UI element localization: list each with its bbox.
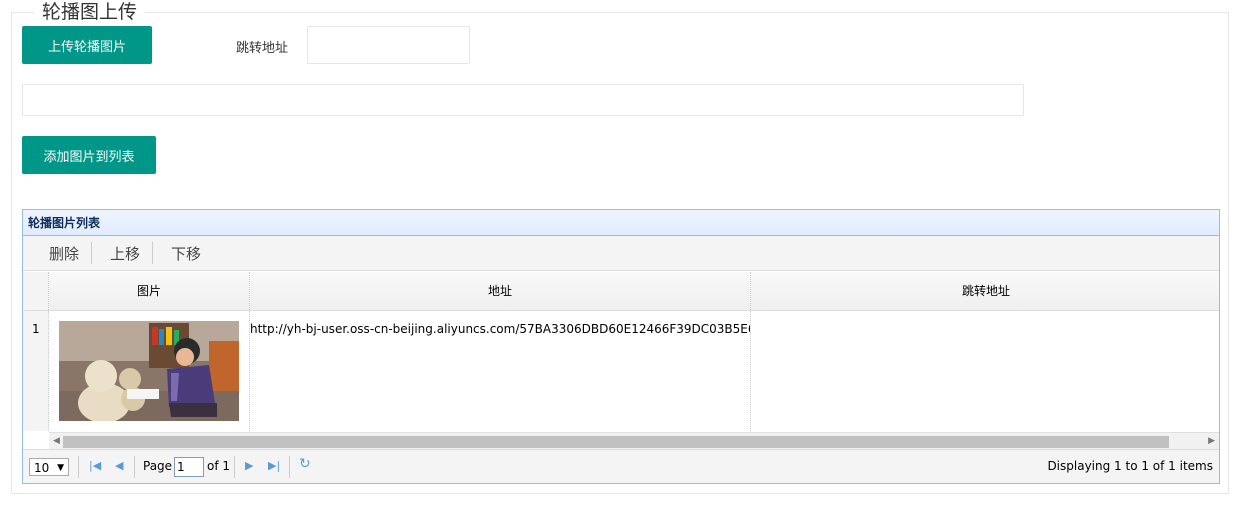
- column-header-redirect[interactable]: 跳转地址: [751, 272, 1221, 310]
- delete-button[interactable]: 删除: [43, 243, 85, 264]
- redirect-url-input[interactable]: [307, 26, 470, 64]
- move-up-button[interactable]: 上移: [104, 243, 146, 264]
- page-label: Page: [143, 459, 173, 473]
- pager-separator: [289, 456, 290, 478]
- refresh-icon[interactable]: ↻: [299, 456, 311, 472]
- toolbar-separator: [152, 242, 154, 264]
- move-down-button[interactable]: 下移: [165, 243, 207, 264]
- fieldset-legend: 轮播图上传: [34, 0, 146, 24]
- rownum-header: [23, 272, 49, 310]
- address-cell: http://yh-bj-user.oss-cn-beijing.aliyunc…: [250, 311, 751, 431]
- pager-separator: [78, 456, 79, 478]
- redirect-label: 跳转地址: [236, 41, 289, 56]
- first-page-icon[interactable]: |◀: [89, 459, 101, 472]
- pagination-bar: 10 ▼ |◀ ◀ Page 1 of 1 ▶ ▶| ↻ Displaying 1…: [23, 449, 1219, 483]
- next-page-icon[interactable]: ▶: [245, 459, 253, 472]
- upload-image-button[interactable]: 上传轮播图片: [22, 26, 152, 64]
- last-page-icon[interactable]: ▶|: [268, 459, 280, 472]
- page-size-select[interactable]: 10 ▼: [29, 458, 69, 476]
- toolbar-separator: [91, 242, 93, 264]
- grid-title: 轮播图片列表: [23, 210, 1219, 236]
- chevron-down-icon: ▼: [57, 463, 64, 473]
- page-count-label: of 1: [207, 459, 231, 473]
- column-header-image[interactable]: 图片: [49, 272, 250, 310]
- image-list-grid: 轮播图片列表 删除 上移 下移 图片 地址 跳转地址 1 http://yh-b…: [22, 209, 1220, 484]
- scrollbar-thumb[interactable]: [63, 436, 1169, 448]
- page-size-value: 10: [34, 461, 50, 475]
- redirect-cell: [751, 311, 1221, 431]
- image-url-field[interactable]: [22, 84, 1024, 116]
- grid-toolbar: 删除 上移 下移: [23, 236, 1219, 271]
- grid-header: 图片 地址 跳转地址: [23, 272, 1219, 311]
- add-to-list-button[interactable]: 添加图片到列表: [22, 136, 156, 174]
- image-cell: [49, 311, 250, 431]
- table-row[interactable]: 1 http://yh-bj-user.oss-cn-beijing.aliyu…: [23, 311, 1219, 431]
- column-header-address[interactable]: 地址: [250, 272, 751, 310]
- scroll-right-icon[interactable]: ▶: [1208, 436, 1215, 446]
- display-info: Displaying 1 to 1 of 1 items: [1047, 459, 1213, 473]
- scroll-left-icon[interactable]: ◀: [53, 436, 60, 446]
- photo-child-with-teddy-bear-icon: [59, 321, 239, 421]
- pager-separator: [134, 456, 135, 478]
- row-number: 1: [23, 311, 49, 431]
- pager-separator: [234, 456, 235, 478]
- page-number-input[interactable]: 1: [174, 457, 204, 477]
- prev-page-icon[interactable]: ◀: [115, 459, 123, 472]
